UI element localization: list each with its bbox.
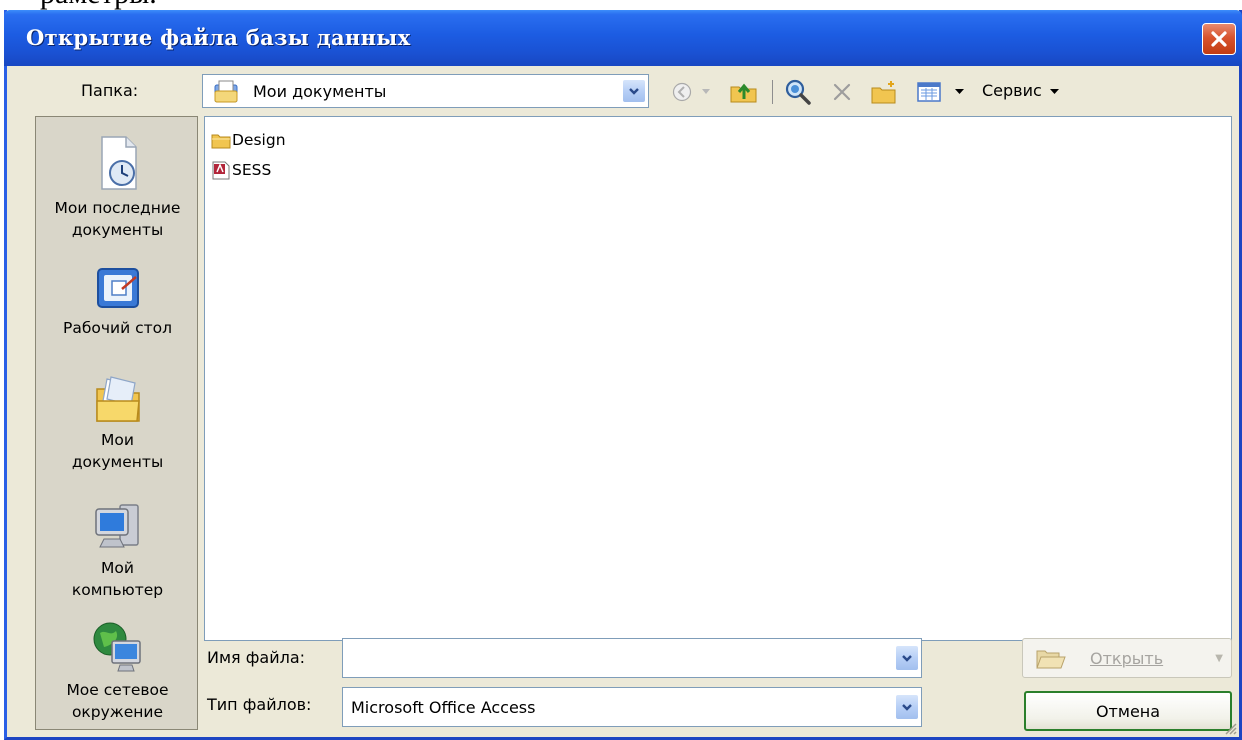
filetype-value: Microsoft Office Access [351,698,536,717]
service-menu[interactable]: Сервис [982,81,1059,100]
up-folder-button[interactable] [727,78,761,106]
chevron-down-icon [902,655,912,662]
open-folder-icon [1036,650,1066,669]
place-my-documents-line2: документы [71,453,164,471]
views-button[interactable] [913,78,945,106]
place-recent-line2: документы [71,221,164,239]
places-bar: Мои последние документы Рабочий стол Мои… [35,116,198,730]
delete-button[interactable] [827,78,857,106]
search-icon [785,79,811,105]
up-folder-icon [730,83,757,103]
file-name: Design [232,131,286,149]
open-button-label: Открыть [1090,649,1164,668]
open-button[interactable]: Открыть ▼ [1022,638,1232,678]
place-my-computer[interactable]: Мой компьютер [36,501,199,601]
resize-grip-icon[interactable] [1223,721,1237,735]
new-folder-icon [871,81,896,104]
recent-docs-icon [100,136,137,190]
place-network[interactable]: Мое сетевое окружение [36,619,199,723]
folder-icon [211,134,231,149]
folder-label: Папка: [81,81,139,100]
filetype-dropdown-arrow[interactable] [895,694,919,720]
service-label: Сервис [982,81,1042,100]
filename-input[interactable] [342,638,922,678]
chevron-down-icon [902,704,912,711]
list-item[interactable]: Design [211,129,286,151]
list-item[interactable]: SESS [211,159,271,181]
folder-dropdown-arrow[interactable] [622,79,646,103]
new-folder-button[interactable] [868,78,900,106]
folder-value: Мои документы [253,82,387,101]
place-my-computer-line1: Мой [101,559,134,577]
file-list[interactable]: Design SESS [204,116,1232,641]
cancel-button[interactable]: Отмена [1024,691,1232,731]
background-text: раметры. [40,0,157,10]
close-icon [1211,31,1227,47]
place-desktop-line1: Рабочий стол [62,319,173,337]
place-recent[interactable]: Мои последние документы [36,133,199,241]
desktop-icon [96,268,139,308]
filename-dropdown-arrow[interactable] [895,645,919,671]
small-arrow-down-icon [702,89,710,94]
title-bar[interactable]: Открытие файла базы данных [4,10,1242,66]
folder-dropdown[interactable]: Мои документы [202,74,649,108]
filename-label: Имя файла: [207,648,306,667]
network-places-icon [93,622,141,672]
back-button[interactable] [669,80,695,104]
toolbar-separator [772,80,773,104]
place-desktop[interactable]: Рабочий стол [36,265,199,339]
place-recent-line1: Мои последние [54,199,181,217]
place-network-line1: Мое сетевое [66,681,169,699]
my-computer-icon [94,504,139,548]
chevron-down-icon [629,88,639,95]
search-web-button[interactable] [782,78,814,106]
my-documents-small-icon [214,80,238,103]
open-database-dialog: Открытие файла базы данных Папка: Мои до… [4,10,1242,740]
place-my-computer-line2: компьютер [71,581,164,599]
place-network-line2: окружение [71,703,164,721]
back-dropdown[interactable] [699,80,713,104]
small-arrow-down-icon [954,89,964,94]
filetype-dropdown[interactable]: Microsoft Office Access [342,687,922,727]
my-documents-icon [95,376,140,422]
window-title: Открытие файла базы данных [26,25,411,50]
back-icon [672,82,692,102]
place-my-documents[interactable]: Мои документы [36,373,199,473]
views-dropdown[interactable] [951,80,967,104]
views-icon [917,82,941,102]
access-db-icon [212,161,230,180]
small-arrow-down-icon [1049,88,1059,94]
open-dropdown-arrow[interactable]: ▼ [1215,653,1223,664]
file-name: SESS [232,161,272,179]
close-button[interactable] [1202,23,1236,55]
delete-icon [833,83,851,101]
place-my-documents-line1: Мои [101,431,134,449]
filetype-label: Тип файлов: [207,695,312,714]
